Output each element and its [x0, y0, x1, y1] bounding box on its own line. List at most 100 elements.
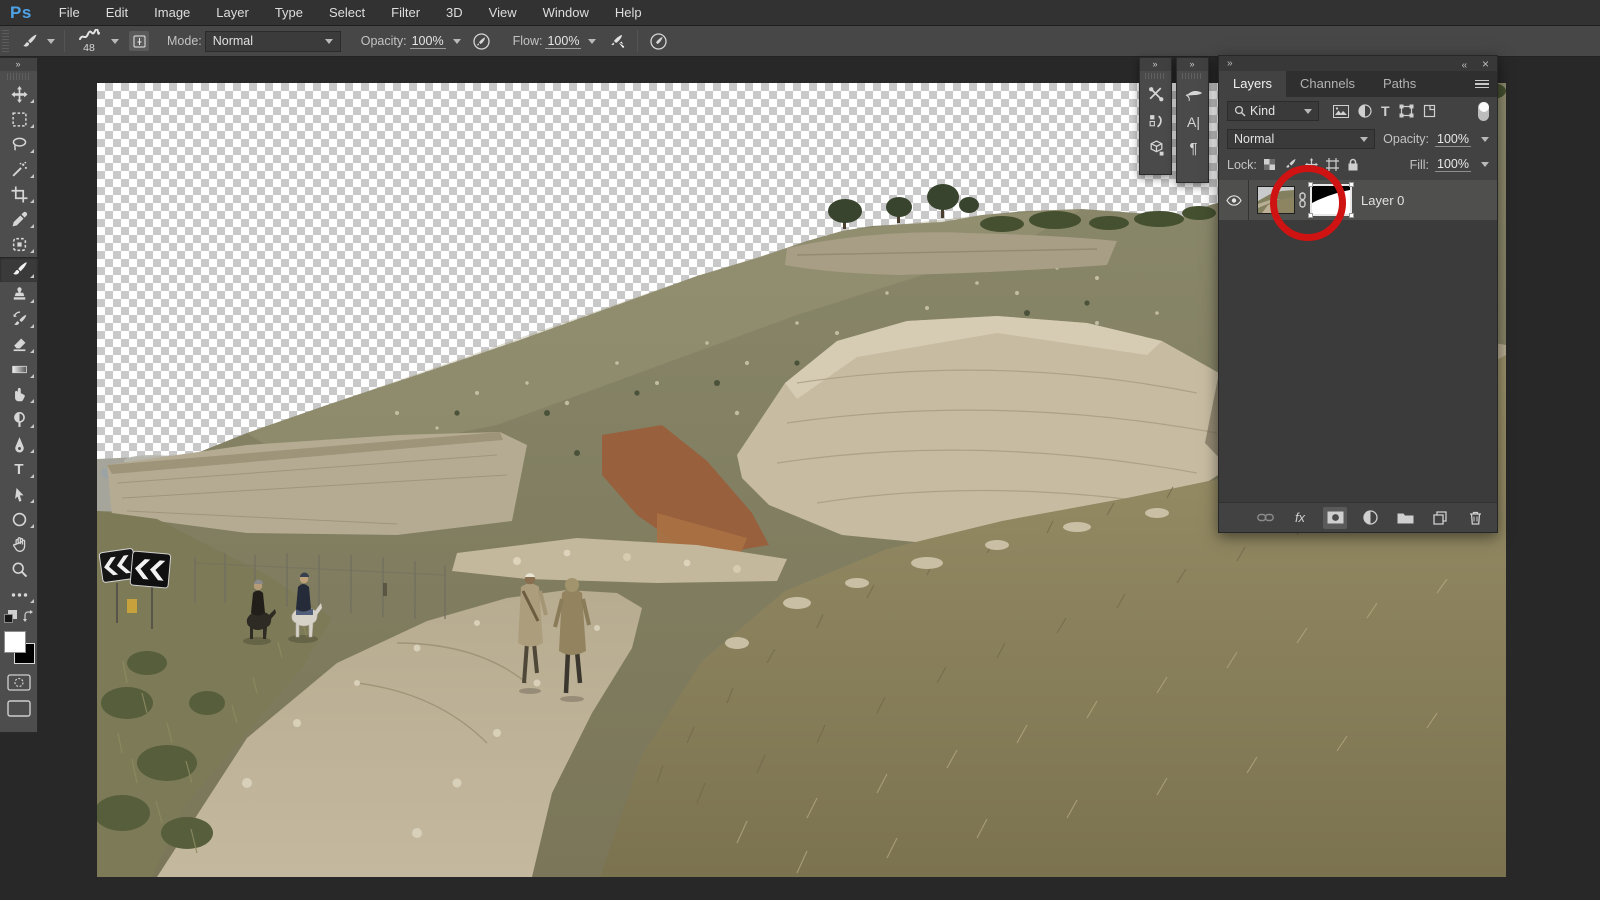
panel-column-collapse-button[interactable]: »: [1177, 58, 1208, 71]
tool-type[interactable]: T: [0, 457, 38, 482]
layer-style-icon[interactable]: fx: [1288, 507, 1312, 529]
panel-column-collapse-button[interactable]: »: [1140, 58, 1171, 71]
tool-more-options[interactable]: [0, 582, 38, 607]
new-layer-icon[interactable]: [1428, 507, 1452, 529]
panel-column-grip[interactable]: [1182, 73, 1203, 79]
swap-colors-icon[interactable]: [22, 610, 35, 623]
filter-kind-value: Kind: [1250, 104, 1275, 118]
pressure-size-icon[interactable]: [647, 30, 669, 52]
tool-magic-wand[interactable]: [0, 157, 38, 182]
menu-edit[interactable]: Edit: [93, 5, 141, 20]
menu-select[interactable]: Select: [316, 5, 378, 20]
menu-type[interactable]: Type: [262, 5, 316, 20]
tool-lasso[interactable]: [0, 132, 38, 157]
tool-ellipse-shape[interactable]: [0, 507, 38, 532]
panel-menu-icon[interactable]: [1467, 71, 1497, 97]
quick-mask-button[interactable]: [0, 669, 38, 695]
layers-panel-bottom-bar: fx: [1219, 502, 1497, 532]
adjustment-layer-icon[interactable]: [1358, 507, 1382, 529]
photoshop-logo: Ps: [0, 3, 46, 23]
flow-value[interactable]: 100%: [545, 34, 581, 49]
close-icon[interactable]: ×: [1482, 57, 1489, 71]
tool-dodge[interactable]: [0, 407, 38, 432]
tab-paths[interactable]: Paths: [1369, 71, 1430, 97]
chevron-down-icon[interactable]: [453, 39, 461, 44]
lock-transparent-icon[interactable]: [1263, 158, 1276, 171]
menu-view[interactable]: View: [476, 5, 530, 20]
type-layer-filter-icon[interactable]: T: [1381, 103, 1390, 119]
toolbar-grip[interactable]: [7, 73, 30, 80]
chevron-down-icon[interactable]: [588, 39, 596, 44]
dock-expand-button[interactable]: »: [1227, 58, 1233, 69]
airbrush-icon[interactable]: [606, 30, 628, 52]
menu-bar: Ps File Edit Image Layer Type Select Fil…: [0, 0, 1600, 26]
tool-preset-picker[interactable]: [13, 30, 60, 52]
chevron-down-icon[interactable]: [1481, 137, 1489, 142]
pressure-opacity-icon[interactable]: [471, 30, 493, 52]
menu-file[interactable]: File: [46, 5, 93, 20]
smart-object-filter-icon[interactable]: [1423, 104, 1436, 118]
tab-layers[interactable]: Layers: [1219, 71, 1286, 97]
panel-column-grip[interactable]: [1145, 73, 1166, 79]
layer-fill-value[interactable]: 100%: [1435, 157, 1471, 172]
tool-move[interactable]: [0, 82, 38, 107]
link-layers-icon[interactable]: [1253, 507, 1277, 529]
screen-mode-button[interactable]: [0, 695, 38, 721]
tab-channels[interactable]: Channels: [1286, 71, 1369, 97]
adjustment-layer-filter-icon[interactable]: [1358, 104, 1372, 118]
filter-toggle-pill[interactable]: [1478, 102, 1489, 121]
brush-preset-picker[interactable]: 48: [69, 29, 124, 54]
new-group-icon[interactable]: [1393, 507, 1417, 529]
lock-artboard-icon[interactable]: [1326, 158, 1339, 171]
tool-clone-stamp[interactable]: [0, 282, 38, 307]
opacity-value[interactable]: 100%: [410, 34, 446, 49]
delete-layer-icon[interactable]: [1463, 507, 1487, 529]
blend-mode-select[interactable]: Normal: [1227, 129, 1375, 149]
layer-visibility-toggle[interactable]: [1219, 180, 1249, 220]
default-colors-and-swap[interactable]: [0, 607, 38, 629]
wrench-icon[interactable]: [1140, 81, 1173, 108]
3d-cube-icon[interactable]: [1140, 135, 1173, 162]
tool-healing-brush[interactable]: [0, 232, 38, 257]
tool-history-brush[interactable]: [0, 307, 38, 332]
eye-icon: [1226, 195, 1242, 206]
tool-rectangular-marquee[interactable]: [0, 107, 38, 132]
brush-panel-icon[interactable]: [1177, 81, 1210, 108]
tool-eraser[interactable]: [0, 332, 38, 357]
tool-brush[interactable]: [0, 257, 38, 282]
foreground-color-swatch[interactable]: [4, 631, 26, 653]
tool-smudge[interactable]: [0, 382, 38, 407]
character-panel-icon[interactable]: A|: [1177, 108, 1210, 135]
tool-pen[interactable]: [0, 432, 38, 457]
menu-image[interactable]: Image: [141, 5, 203, 20]
toggle-brush-panel-icon[interactable]: [129, 31, 149, 51]
menu-3d[interactable]: 3D: [433, 5, 476, 20]
mode-select[interactable]: Normal: [205, 31, 341, 52]
menu-window[interactable]: Window: [530, 5, 602, 20]
filter-kind-select[interactable]: Kind: [1227, 101, 1319, 121]
paragraph-panel-icon[interactable]: ¶: [1177, 135, 1210, 162]
tool-crop[interactable]: [0, 182, 38, 207]
tool-path-selection[interactable]: [0, 482, 38, 507]
layer-name[interactable]: Layer 0: [1361, 193, 1404, 208]
tool-eyedropper[interactable]: [0, 207, 38, 232]
add-layer-mask-icon[interactable]: [1323, 507, 1347, 529]
pixel-layer-filter-icon[interactable]: [1333, 105, 1349, 118]
chevron-down-icon: [47, 39, 55, 44]
menu-filter[interactable]: Filter: [378, 5, 433, 20]
menu-layer[interactable]: Layer: [203, 5, 262, 20]
menu-help[interactable]: Help: [602, 5, 655, 20]
lock-all-icon[interactable]: [1347, 158, 1359, 171]
toolbar-collapse-button[interactable]: »: [0, 58, 37, 71]
chevron-down-icon[interactable]: [1481, 162, 1489, 167]
tool-hand[interactable]: [0, 532, 38, 557]
dock-collapse-button[interactable]: «: [1462, 60, 1468, 71]
shape-layer-filter-icon[interactable]: [1399, 104, 1414, 118]
options-bar-grip[interactable]: [2, 30, 9, 52]
tool-zoom[interactable]: [0, 557, 38, 582]
chevron-down-icon: [111, 39, 119, 44]
layer-row[interactable]: Layer 0: [1219, 180, 1497, 220]
history-icon[interactable]: [1140, 108, 1173, 135]
tool-gradient[interactable]: [0, 357, 38, 382]
layer-opacity-value[interactable]: 100%: [1435, 132, 1471, 147]
